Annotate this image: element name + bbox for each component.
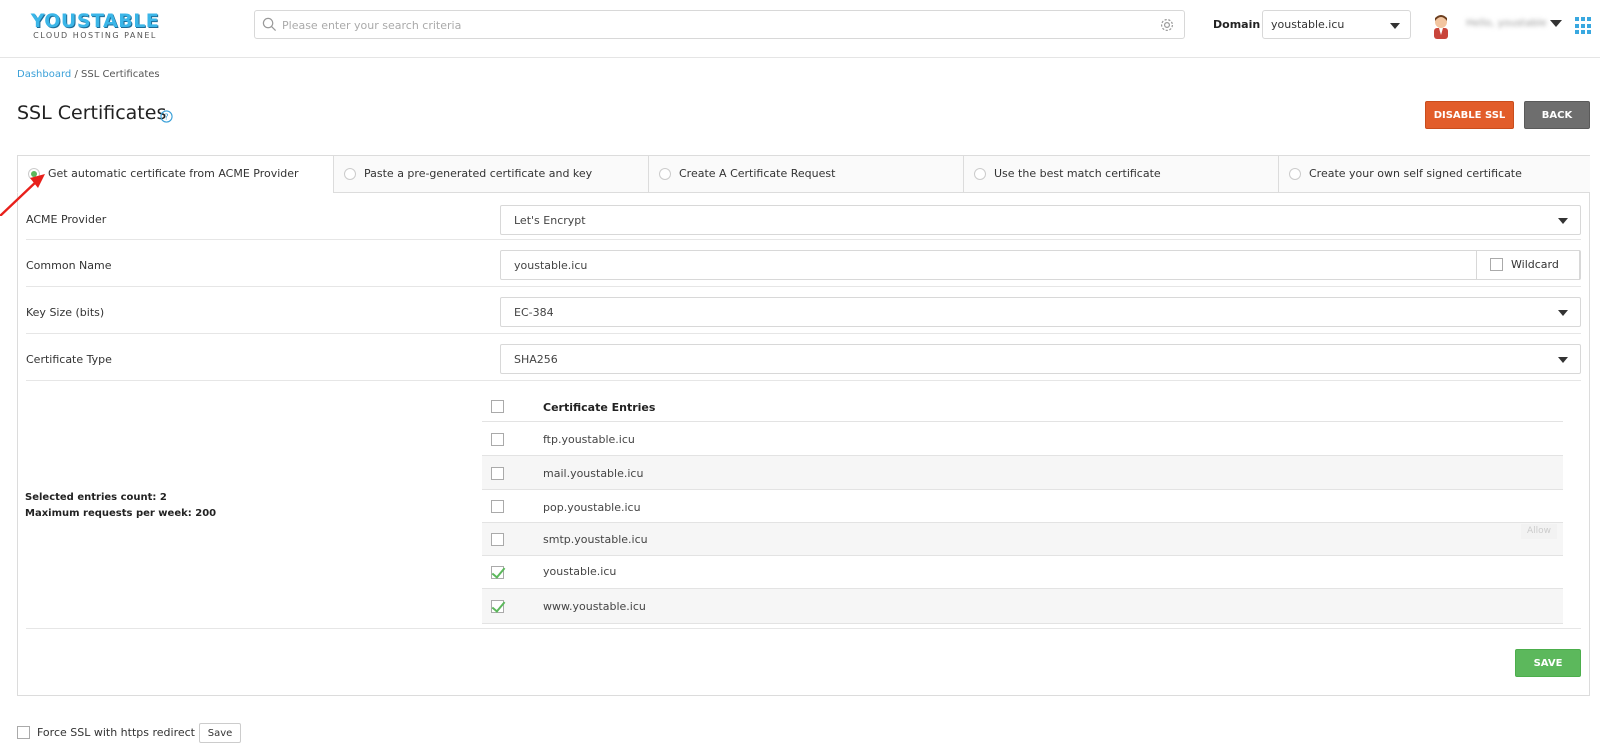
entry-checkbox[interactable]: [491, 566, 504, 579]
disable-ssl-button[interactable]: DISABLE SSL: [1425, 101, 1514, 129]
chevron-down-icon: [1558, 310, 1568, 316]
apps-grid-icon[interactable]: [1575, 17, 1593, 35]
select-all-checkbox[interactable]: [491, 400, 504, 413]
common-name-row: Common Name youstable.icu Wildcard: [26, 240, 1581, 287]
acme-provider-row: ACME Provider Let's Encrypt: [26, 193, 1581, 240]
chevron-down-icon: [1558, 218, 1568, 224]
entries-summary: Selected entries count: 2 Maximum reques…: [25, 490, 216, 522]
common-name-label: Common Name: [26, 259, 112, 272]
entry-name: pop.youstable.icu: [543, 501, 641, 514]
breadcrumb-current: SSL Certificates: [81, 69, 160, 80]
radio-self-signed[interactable]: [1289, 168, 1301, 180]
table-row: ftp.youstable.icu: [482, 422, 1563, 456]
radio-paste-certificate[interactable]: [344, 168, 356, 180]
breadcrumb-dashboard-link[interactable]: Dashboard: [17, 69, 71, 80]
back-button[interactable]: BACK: [1524, 101, 1590, 129]
table-row: www.youstable.icu: [482, 589, 1563, 624]
force-ssl-option: Force SSL with https redirect Save: [17, 723, 417, 743]
tab-acme-provider[interactable]: Get automatic certificate from ACME Prov…: [17, 156, 333, 193]
tab-label: Get automatic certificate from ACME Prov…: [48, 167, 299, 180]
tab-label: Paste a pre-generated certificate and ke…: [364, 167, 593, 180]
username[interactable]: Hello, youstable: [1466, 18, 1547, 29]
chevron-down-icon: [1558, 357, 1568, 363]
entry-checkbox[interactable]: [491, 500, 504, 513]
user-menu-chevron-icon[interactable]: [1550, 20, 1562, 27]
wildcard-checkbox[interactable]: [1490, 258, 1503, 271]
entry-name: smtp.youstable.icu: [543, 533, 648, 546]
entry-name: mail.youstable.icu: [543, 467, 644, 480]
acme-provider-value: Let's Encrypt: [514, 214, 586, 227]
chevron-down-icon: [1390, 23, 1400, 29]
domain-select[interactable]: youstable.icu: [1262, 10, 1411, 39]
radio-best-match[interactable]: [974, 168, 986, 180]
key-size-label: Key Size (bits): [26, 306, 105, 319]
acme-provider-select[interactable]: Let's Encrypt: [500, 205, 1581, 235]
page-title: SSL Certificates: [17, 102, 167, 124]
key-size-select[interactable]: EC-384: [500, 297, 1581, 327]
entry-name: ftp.youstable.icu: [543, 433, 635, 446]
breadcrumb-separator: /: [71, 69, 81, 80]
search-input[interactable]: [282, 17, 1142, 33]
search-icon: [262, 17, 277, 32]
common-name-value: youstable.icu: [514, 259, 588, 272]
help-icon[interactable]: ?: [160, 110, 173, 123]
wildcard-label: Wildcard: [1511, 258, 1559, 271]
gear-icon[interactable]: [1159, 17, 1175, 33]
tab-paste-certificate[interactable]: Paste a pre-generated certificate and ke…: [333, 156, 648, 193]
selected-count: Selected entries count: 2: [25, 492, 167, 503]
table-header-label: Certificate Entries: [543, 401, 656, 414]
certificate-type-select[interactable]: SHA256: [500, 344, 1581, 374]
certificate-method-tabs: Get automatic certificate from ACME Prov…: [17, 156, 1590, 193]
key-size-value: EC-384: [514, 306, 554, 319]
logo-tagline: CLOUD HOSTING PANEL: [33, 31, 157, 40]
entry-checkbox[interactable]: [491, 533, 504, 546]
tab-label: Create your own self signed certificate: [1309, 167, 1522, 180]
force-ssl-label: Force SSL with https redirect: [37, 726, 195, 739]
key-size-row: Key Size (bits) EC-384: [26, 287, 1581, 334]
logo-wordmark: YOUSTABLE: [30, 10, 160, 32]
top-header: YOUSTABLE CLOUD HOSTING PANEL Domain you…: [0, 0, 1600, 58]
youstable-logo[interactable]: YOUSTABLE CLOUD HOSTING PANEL: [30, 10, 160, 41]
table-row: smtp.youstable.icu: [482, 523, 1563, 556]
table-row: mail.youstable.icu: [482, 456, 1563, 490]
certificate-type-row: Certificate Type SHA256: [26, 334, 1581, 381]
table-row: pop.youstable.icu: [482, 490, 1563, 523]
save-button[interactable]: SAVE: [1515, 649, 1581, 677]
force-ssl-checkbox[interactable]: [17, 726, 30, 739]
search-box[interactable]: [254, 10, 1185, 39]
svg-text:?: ?: [164, 111, 168, 121]
tab-best-match[interactable]: Use the best match certificate: [963, 156, 1278, 193]
allow-tag: Allow: [1521, 524, 1557, 539]
common-name-input[interactable]: youstable.icu Wildcard: [500, 250, 1581, 280]
table-row: youstable.icu: [482, 556, 1563, 589]
entry-checkbox[interactable]: [491, 467, 504, 480]
entry-name: www.youstable.icu: [543, 600, 646, 613]
breadcrumb: Dashboard / SSL Certificates: [17, 69, 160, 80]
tab-label: Use the best match certificate: [994, 167, 1161, 180]
user-avatar-icon[interactable]: [1430, 13, 1452, 39]
tab-self-signed[interactable]: Create your own self signed certificate: [1278, 156, 1590, 193]
certificate-type-value: SHA256: [514, 353, 558, 366]
max-requests: Maximum requests per week: 200: [25, 508, 217, 519]
domain-select-value: youstable.icu: [1271, 18, 1345, 31]
tab-label: Create A Certificate Request: [679, 167, 836, 180]
entry-checkbox[interactable]: [491, 433, 504, 446]
radio-certificate-request[interactable]: [659, 168, 671, 180]
force-ssl-save-button[interactable]: Save: [199, 723, 241, 743]
annotation-arrow-icon: [0, 174, 45, 216]
entry-checkbox[interactable]: [491, 600, 504, 613]
tab-certificate-request[interactable]: Create A Certificate Request: [648, 156, 963, 193]
certificate-type-label: Certificate Type: [26, 353, 112, 366]
entry-name: youstable.icu: [543, 565, 617, 578]
wildcard-option[interactable]: Wildcard: [1476, 250, 1580, 280]
domain-label: Domain: [1213, 18, 1261, 31]
table-header: Certificate Entries: [482, 393, 1563, 422]
